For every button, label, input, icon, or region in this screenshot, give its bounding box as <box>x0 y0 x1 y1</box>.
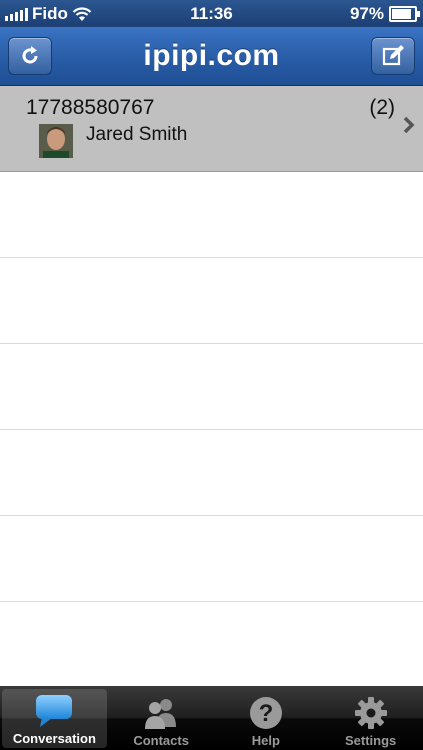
chevron-right-icon <box>403 116 415 134</box>
page-title: ipipi.com <box>143 39 280 72</box>
conversation-list: 17788580767 (2) Jared Smith <box>0 86 423 686</box>
tab-label: Help <box>251 733 280 748</box>
battery-percentage: 97% <box>349 4 384 23</box>
battery-icon <box>389 6 420 22</box>
message-count: (2) <box>369 96 395 119</box>
gear-icon <box>354 697 387 729</box>
tab-label: Conversation <box>12 731 96 746</box>
status-bar: Fido 11:36 97% <box>0 0 423 27</box>
tab-contacts[interactable]: Contacts <box>109 686 214 750</box>
empty-row <box>0 344 423 430</box>
contact-name: Jared Smith <box>86 124 188 145</box>
empty-row <box>0 172 423 258</box>
tab-label: Settings <box>344 733 397 748</box>
compose-icon <box>382 45 404 66</box>
empty-row <box>0 602 423 688</box>
nav-bar: ipipi.com <box>0 27 423 86</box>
tab-settings[interactable]: Settings <box>318 686 423 750</box>
help-icon: ? <box>249 697 282 729</box>
svg-text:?: ? <box>259 700 274 727</box>
tab-bar: Conversation Contacts ? Help Settings <box>0 686 423 750</box>
tab-conversation[interactable]: Conversation <box>2 689 107 748</box>
compose-button[interactable] <box>371 37 415 75</box>
empty-row <box>0 430 423 516</box>
speech-bubble-icon <box>36 695 73 727</box>
conversation-number: 17788580767 <box>26 96 155 119</box>
empty-row <box>0 516 423 602</box>
tab-help[interactable]: ? Help <box>214 686 319 750</box>
conversation-row[interactable]: 17788580767 (2) Jared Smith <box>0 86 423 172</box>
empty-row <box>0 258 423 344</box>
contacts-icon <box>145 699 177 729</box>
avatar <box>39 124 73 158</box>
tab-label: Contacts <box>133 733 189 748</box>
